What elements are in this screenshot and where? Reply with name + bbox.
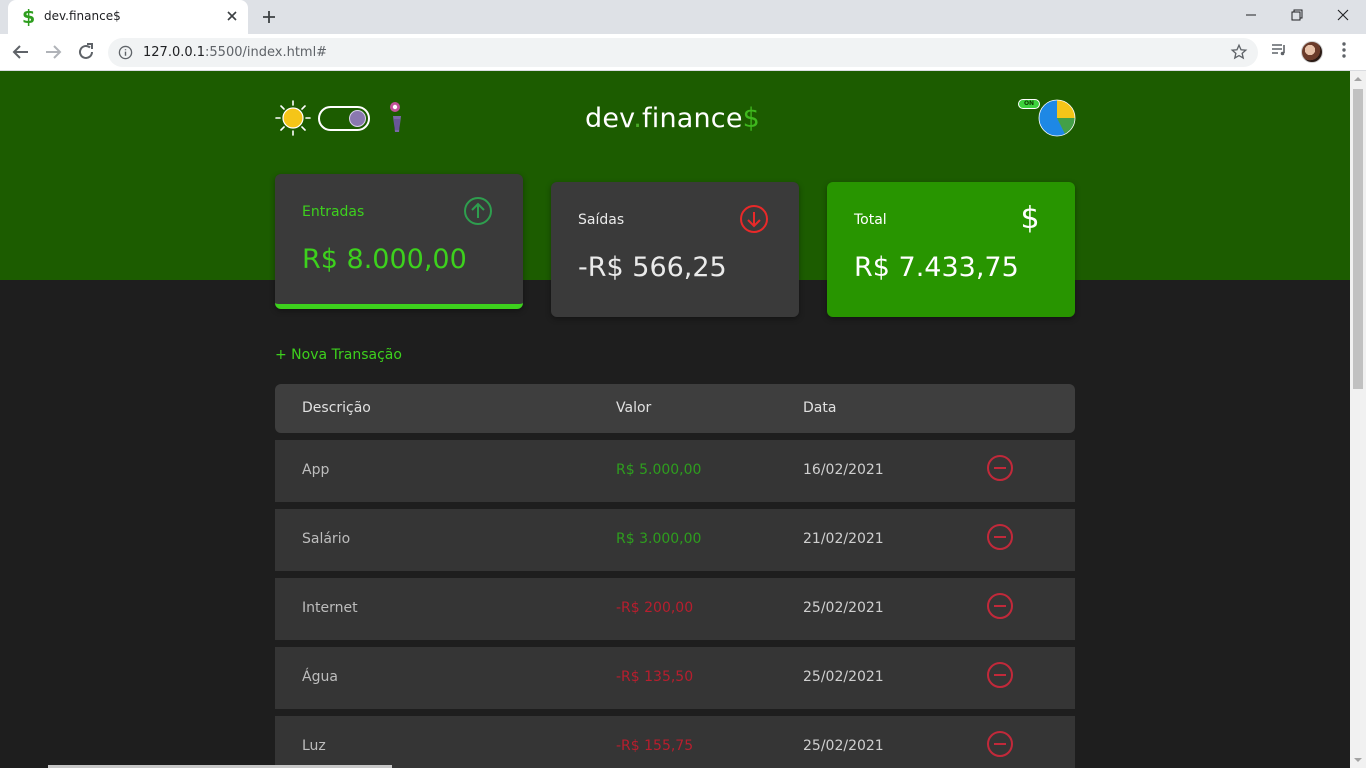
table-row: Salário R$ 3.000,00 21/02/2021 bbox=[275, 509, 1075, 571]
new-transaction-link[interactable]: + Nova Transação bbox=[275, 347, 402, 363]
row-amount: -R$ 200,00 bbox=[616, 600, 694, 616]
close-icon bbox=[1337, 9, 1349, 21]
row-description: App bbox=[302, 462, 330, 478]
minimize-icon bbox=[1246, 14, 1256, 16]
row-description: Salário bbox=[302, 531, 351, 547]
total-card: Total $ R$ 7.433,75 bbox=[827, 182, 1075, 317]
row-amount: -R$ 135,50 bbox=[616, 669, 694, 685]
theme-toggle[interactable] bbox=[275, 98, 415, 138]
theme-switch-knob bbox=[349, 110, 366, 127]
row-date: 25/02/2021 bbox=[803, 600, 884, 616]
forward-arrow-icon[interactable] bbox=[41, 40, 65, 64]
scroll-down-arrow-icon[interactable] bbox=[1354, 756, 1362, 764]
expense-card-label: Saídas bbox=[578, 212, 625, 228]
page: dev.finance$ ON Entradas R$ 8.000,00 Saí… bbox=[0, 71, 1350, 768]
row-date: 16/02/2021 bbox=[803, 462, 884, 478]
row-description: Luz bbox=[302, 738, 326, 754]
row-date: 25/02/2021 bbox=[803, 738, 884, 754]
browser-tabstrip: $ dev.finance$ bbox=[0, 0, 1366, 34]
row-description: Internet bbox=[302, 600, 358, 616]
scrollbar-thumb[interactable] bbox=[1353, 89, 1363, 389]
income-card-value: R$ 8.000,00 bbox=[302, 244, 467, 275]
back-arrow-icon[interactable] bbox=[9, 40, 33, 64]
chart-toggle[interactable]: ON bbox=[1018, 97, 1078, 137]
restore-icon bbox=[1291, 9, 1303, 21]
menu-dots-icon[interactable] bbox=[1336, 41, 1352, 59]
reload-icon[interactable] bbox=[74, 40, 98, 64]
total-card-label: Total bbox=[854, 212, 887, 228]
url-host: 127.0.0.1 bbox=[143, 45, 206, 60]
total-card-value: R$ 7.433,75 bbox=[854, 252, 1019, 283]
minimize-button[interactable] bbox=[1228, 0, 1274, 30]
bookmark-star-icon[interactable] bbox=[1230, 43, 1248, 61]
media-playlist-icon[interactable] bbox=[1270, 41, 1288, 59]
dollar-sign-icon: $ bbox=[1020, 201, 1040, 236]
table-row: Água -R$ 135,50 25/02/2021 bbox=[275, 647, 1075, 709]
theme-switch[interactable] bbox=[318, 106, 370, 131]
row-description: Água bbox=[302, 669, 338, 685]
table-row: App R$ 5.000,00 16/02/2021 bbox=[275, 440, 1075, 502]
row-date: 21/02/2021 bbox=[803, 531, 884, 547]
restore-button[interactable] bbox=[1274, 0, 1320, 30]
close-window-button[interactable] bbox=[1320, 0, 1366, 30]
moon-icon bbox=[378, 101, 401, 132]
transactions-table-header: Descrição Valor Data bbox=[275, 384, 1075, 433]
tab-title: dev.finance$ bbox=[44, 9, 121, 23]
close-icon[interactable] bbox=[224, 8, 240, 24]
profile-avatar[interactable] bbox=[1301, 41, 1323, 63]
logo-finance: finance bbox=[642, 103, 743, 134]
income-card-label: Entradas bbox=[302, 204, 365, 220]
url-text: 127.0.0.1:5500/index.html# bbox=[143, 45, 327, 60]
expense-card: Saídas -R$ 566,25 bbox=[551, 182, 799, 317]
table-row: Internet -R$ 200,00 25/02/2021 bbox=[275, 578, 1075, 640]
arrow-down-circle-icon bbox=[740, 205, 768, 233]
chart-on-badge: ON bbox=[1018, 99, 1040, 109]
row-date: 25/02/2021 bbox=[803, 669, 884, 685]
remove-transaction-icon[interactable] bbox=[986, 730, 1014, 758]
column-date: Data bbox=[803, 400, 837, 416]
browser-tab[interactable]: $ dev.finance$ bbox=[8, 0, 248, 34]
row-amount: R$ 3.000,00 bbox=[616, 531, 702, 547]
expense-card-value: -R$ 566,25 bbox=[578, 252, 727, 283]
favicon-dollar-icon: $ bbox=[22, 6, 36, 28]
scroll-up-arrow-icon[interactable] bbox=[1354, 75, 1362, 83]
app-logo: dev.finance$ bbox=[585, 103, 760, 134]
logo-dot: . bbox=[633, 103, 643, 134]
income-card: Entradas R$ 8.000,00 bbox=[275, 174, 523, 309]
row-amount: R$ 5.000,00 bbox=[616, 462, 702, 478]
address-bar[interactable]: 127.0.0.1:5500/index.html# bbox=[108, 38, 1258, 67]
remove-transaction-icon[interactable] bbox=[986, 592, 1014, 620]
row-amount: -R$ 155,75 bbox=[616, 738, 694, 754]
remove-transaction-icon[interactable] bbox=[986, 661, 1014, 689]
info-icon[interactable] bbox=[118, 45, 133, 60]
sun-icon bbox=[275, 100, 311, 136]
logo-dev: dev bbox=[585, 103, 634, 134]
browser-toolbar: 127.0.0.1:5500/index.html# bbox=[0, 34, 1366, 71]
remove-transaction-icon[interactable] bbox=[986, 454, 1014, 482]
arrow-up-circle-icon bbox=[464, 197, 492, 225]
column-description: Descrição bbox=[302, 400, 371, 416]
column-amount: Valor bbox=[616, 400, 652, 416]
new-tab-plus-icon[interactable] bbox=[258, 6, 280, 28]
logo-dollar: $ bbox=[742, 103, 761, 134]
vertical-scrollbar[interactable] bbox=[1350, 71, 1366, 768]
table-row: Luz -R$ 155,75 25/02/2021 bbox=[275, 716, 1075, 768]
remove-transaction-icon[interactable] bbox=[986, 523, 1014, 551]
url-path: :5500/index.html# bbox=[205, 45, 328, 60]
pie-chart-icon bbox=[1038, 99, 1076, 137]
